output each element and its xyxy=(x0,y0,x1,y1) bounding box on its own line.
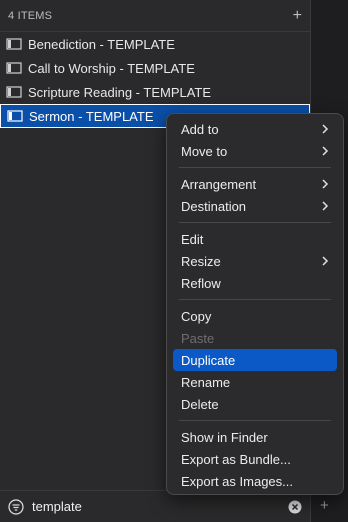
list-item[interactable]: Call to Worship - TEMPLATE xyxy=(0,56,310,80)
chevron-right-icon xyxy=(321,124,331,134)
presentation-icon xyxy=(6,37,22,51)
menu-item-delete[interactable]: Delete xyxy=(173,393,337,415)
menu-label: Reflow xyxy=(181,275,221,291)
search-input[interactable]: template xyxy=(32,499,288,514)
menu-item-export-images[interactable]: Export as Images... xyxy=(173,470,337,492)
chevron-right-icon xyxy=(321,179,331,189)
menu-label: Copy xyxy=(181,308,212,324)
menu-separator xyxy=(179,420,331,421)
menu-item-reflow[interactable]: Reflow xyxy=(173,272,337,294)
chevron-right-icon xyxy=(321,256,331,266)
context-menu: Add to Move to Arrangement Destination E… xyxy=(166,113,344,495)
menu-label: Export as Bundle... xyxy=(181,451,291,467)
menu-label: Edit xyxy=(181,231,204,247)
menu-label: Paste xyxy=(181,330,215,346)
add-button[interactable]: + xyxy=(320,497,329,514)
menu-label: Resize xyxy=(181,253,221,269)
menu-item-resize[interactable]: Resize xyxy=(173,250,337,272)
menu-item-arrangement[interactable]: Arrangement xyxy=(173,173,337,195)
chevron-right-icon xyxy=(321,146,331,156)
menu-item-paste: Paste xyxy=(173,327,337,349)
list-item[interactable]: Scripture Reading - TEMPLATE xyxy=(0,80,310,104)
menu-label: Destination xyxy=(181,198,247,214)
menu-item-copy[interactable]: Copy xyxy=(173,305,337,327)
menu-label: Delete xyxy=(181,396,219,412)
menu-label: Show in Finder xyxy=(181,429,268,445)
menu-label: Add to xyxy=(181,121,219,137)
clear-icon[interactable] xyxy=(288,500,302,514)
menu-separator xyxy=(179,299,331,300)
menu-label: Arrangement xyxy=(181,176,257,192)
menu-item-show-in-finder[interactable]: Show in Finder xyxy=(173,426,337,448)
menu-item-move-to[interactable]: Move to xyxy=(173,140,337,162)
menu-label: Rename xyxy=(181,374,231,390)
item-count: 4 ITEMS xyxy=(8,9,53,22)
menu-separator xyxy=(179,167,331,168)
menu-item-rename[interactable]: Rename xyxy=(173,371,337,393)
menu-item-add-to[interactable]: Add to xyxy=(173,118,337,140)
list-item-label: Call to Worship - TEMPLATE xyxy=(28,60,195,76)
menu-label: Move to xyxy=(181,143,228,159)
menu-item-destination[interactable]: Destination xyxy=(173,195,337,217)
add-item-button[interactable]: + xyxy=(293,7,302,24)
menu-item-export-bundle[interactable]: Export as Bundle... xyxy=(173,448,337,470)
list-header: 4 ITEMS + xyxy=(0,0,310,32)
presentation-icon xyxy=(6,85,22,99)
presentation-icon xyxy=(7,109,23,123)
list-item-label: Sermon - TEMPLATE xyxy=(29,108,154,124)
list-item[interactable]: Benediction - TEMPLATE xyxy=(0,32,310,56)
menu-separator xyxy=(179,222,331,223)
filter-icon[interactable] xyxy=(8,498,24,515)
presentation-icon xyxy=(6,61,22,75)
list-item-label: Scripture Reading - TEMPLATE xyxy=(28,84,212,100)
list-item-label: Benediction - TEMPLATE xyxy=(28,36,175,52)
menu-label: Export as Images... xyxy=(181,473,293,489)
chevron-right-icon xyxy=(321,201,331,211)
menu-item-duplicate[interactable]: Duplicate xyxy=(173,349,337,371)
menu-label: Duplicate xyxy=(181,352,236,368)
menu-item-edit[interactable]: Edit xyxy=(173,228,337,250)
